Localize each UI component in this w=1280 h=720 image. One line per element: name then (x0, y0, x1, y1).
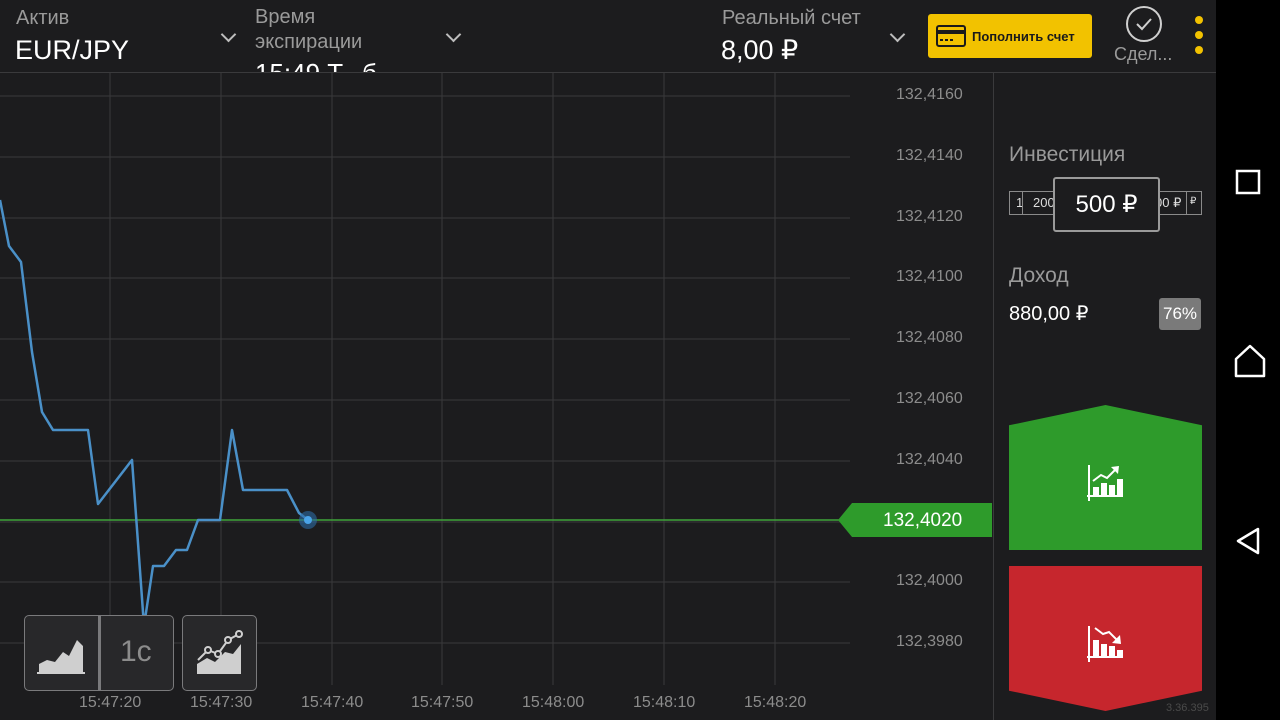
current-point-dot (304, 516, 312, 524)
checkmark-circle-icon (1126, 6, 1162, 42)
area-chart-button[interactable] (25, 616, 101, 690)
expiry-chevron-down-icon (445, 26, 462, 43)
y-tick-label: 132,4080 (896, 329, 963, 346)
investment-amount-input[interactable]: 500 ₽ (1053, 177, 1160, 232)
version-label: 3.36.395 (1166, 702, 1209, 714)
y-tick-label: 132,4140 (896, 147, 963, 164)
expiry-label-line2: экспирации (255, 31, 363, 53)
asset-chevron-down-icon (220, 26, 237, 43)
kebab-menu-icon[interactable] (1192, 16, 1206, 58)
x-tick-label: 15:48:20 (744, 694, 807, 711)
account-chevron-down-icon (889, 26, 906, 43)
timeframe-label[interactable]: 1с (120, 635, 152, 669)
chart-up-icon (1087, 465, 1123, 501)
indicators-button[interactable] (182, 615, 257, 691)
y-tick-label: 132,4000 (896, 572, 963, 589)
price-series-line (0, 199, 309, 628)
square-icon[interactable] (1234, 168, 1262, 201)
deals-label: Сдел... (1114, 44, 1173, 64)
top-bar: Актив EUR/JPY Время экспирации 15:49 Т..… (0, 0, 1216, 73)
y-tick-label: 132,4040 (896, 451, 963, 468)
credit-card-icon (936, 25, 966, 47)
next-amount-edge[interactable]: ₽ (1186, 191, 1202, 215)
chart-down-icon (1087, 626, 1123, 662)
deposit-button[interactable]: Пополнить счет (928, 14, 1092, 58)
income-label: Доход (1009, 264, 1069, 287)
y-tick-label: 132,3980 (896, 633, 963, 650)
call-up-button[interactable] (1009, 405, 1202, 550)
payout-percent-badge: 76% (1159, 298, 1201, 330)
account-balance: 8,00 ₽ (721, 35, 799, 65)
expiry-value: 15:49 Т...б (255, 58, 377, 72)
put-down-button[interactable] (1009, 566, 1202, 711)
current-price-tag: 132,4020 (838, 503, 992, 537)
back-triangle-icon[interactable] (1234, 526, 1262, 561)
asset-selector[interactable]: Актив EUR/JPY (0, 0, 245, 72)
y-tick-label: 132,4060 (896, 390, 963, 407)
area-chart-icon (37, 640, 85, 674)
deposit-label: Пополнить счет (972, 28, 1075, 44)
x-tick-label: 15:47:40 (301, 694, 364, 711)
x-tick-label: 15:47:50 (411, 694, 474, 711)
asset-value: EUR/JPY (15, 35, 130, 65)
y-tick-label: 132,4100 (896, 268, 963, 285)
indicators-icon (197, 630, 243, 674)
account-label: Реальный счет (722, 7, 861, 29)
y-tick-label: 132,4120 (896, 208, 963, 225)
y-tick-label: 132,4160 (896, 86, 963, 103)
home-icon[interactable] (1234, 344, 1266, 383)
income-value: 880,00 ₽ (1009, 303, 1089, 325)
android-nav-bar (1216, 0, 1280, 720)
current-price-value: 132,4020 (883, 510, 963, 531)
deals-button[interactable]: Сдел... (1112, 6, 1174, 66)
expiry-value-clip: 15:49 Т...б (255, 56, 405, 72)
asset-label: Актив (16, 7, 70, 29)
investment-label: Инвестиция (1009, 143, 1126, 166)
x-tick-label: 15:48:10 (633, 694, 696, 711)
chart-type-timeframe-control[interactable]: 1с (24, 615, 174, 691)
x-tick-label: 15:47:20 (79, 694, 142, 711)
x-tick-label: 15:48:00 (522, 694, 585, 711)
account-selector[interactable]: Реальный счет 8,00 ₽ (710, 0, 910, 72)
x-tick-label: 15:47:30 (190, 694, 253, 711)
expiry-label-line1: Время (255, 6, 316, 28)
